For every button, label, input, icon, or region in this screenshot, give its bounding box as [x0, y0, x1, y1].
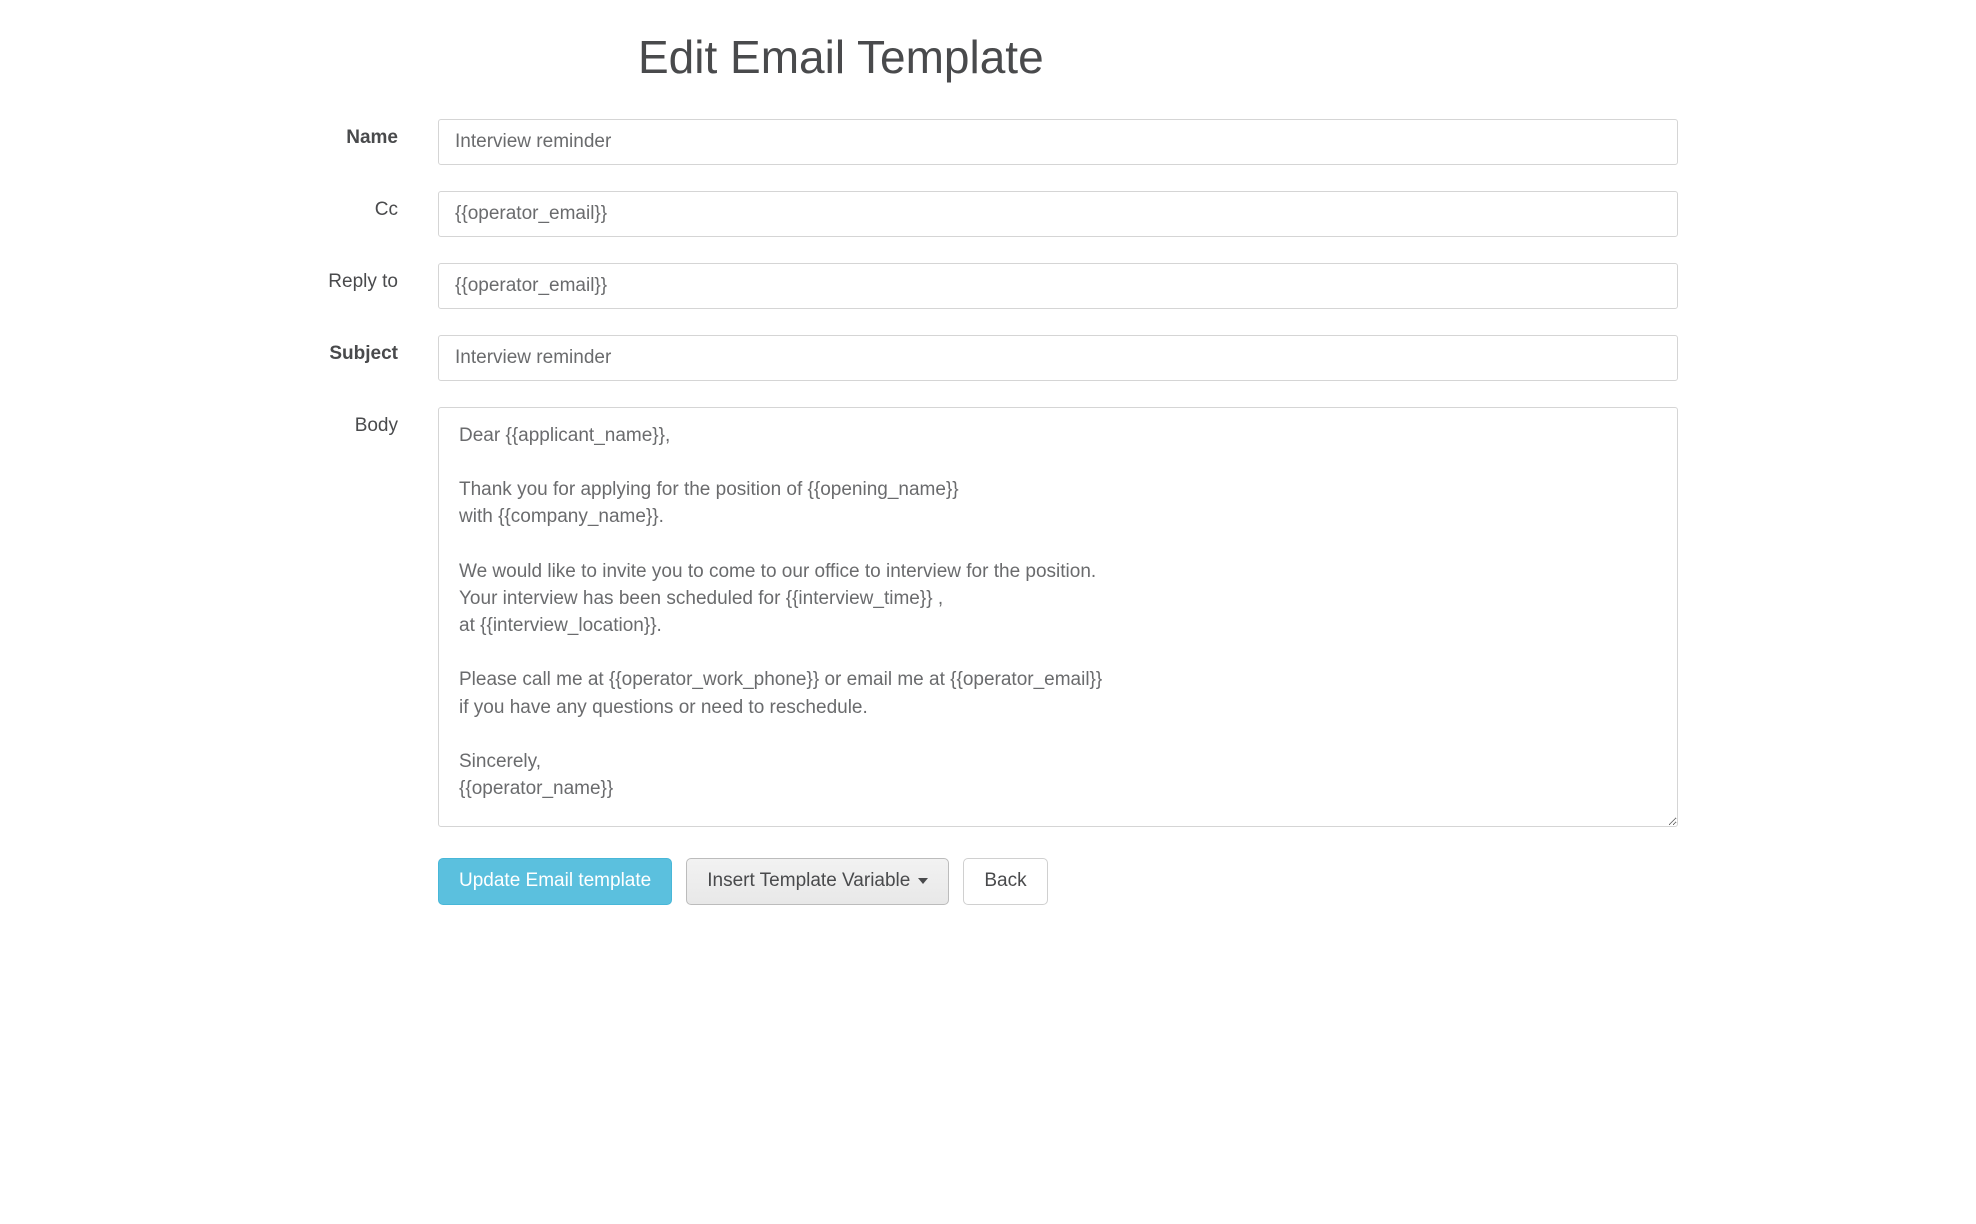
cc-label: Cc [298, 191, 398, 221]
caret-down-icon [918, 878, 928, 884]
back-button[interactable]: Back [963, 858, 1047, 905]
update-email-template-button[interactable]: Update Email template [438, 858, 672, 905]
insert-template-variable-label: Insert Template Variable [707, 869, 910, 894]
reply-to-label: Reply to [298, 263, 398, 293]
page-title: Edit Email Template [638, 30, 1678, 84]
name-label: Name [298, 119, 398, 149]
subject-label: Subject [298, 335, 398, 365]
cc-input[interactable] [438, 191, 1678, 237]
insert-template-variable-button[interactable]: Insert Template Variable [686, 858, 949, 905]
body-textarea[interactable] [438, 407, 1678, 827]
body-label: Body [298, 407, 398, 437]
subject-input[interactable] [438, 335, 1678, 381]
reply-to-input[interactable] [438, 263, 1678, 309]
name-input[interactable] [438, 119, 1678, 165]
